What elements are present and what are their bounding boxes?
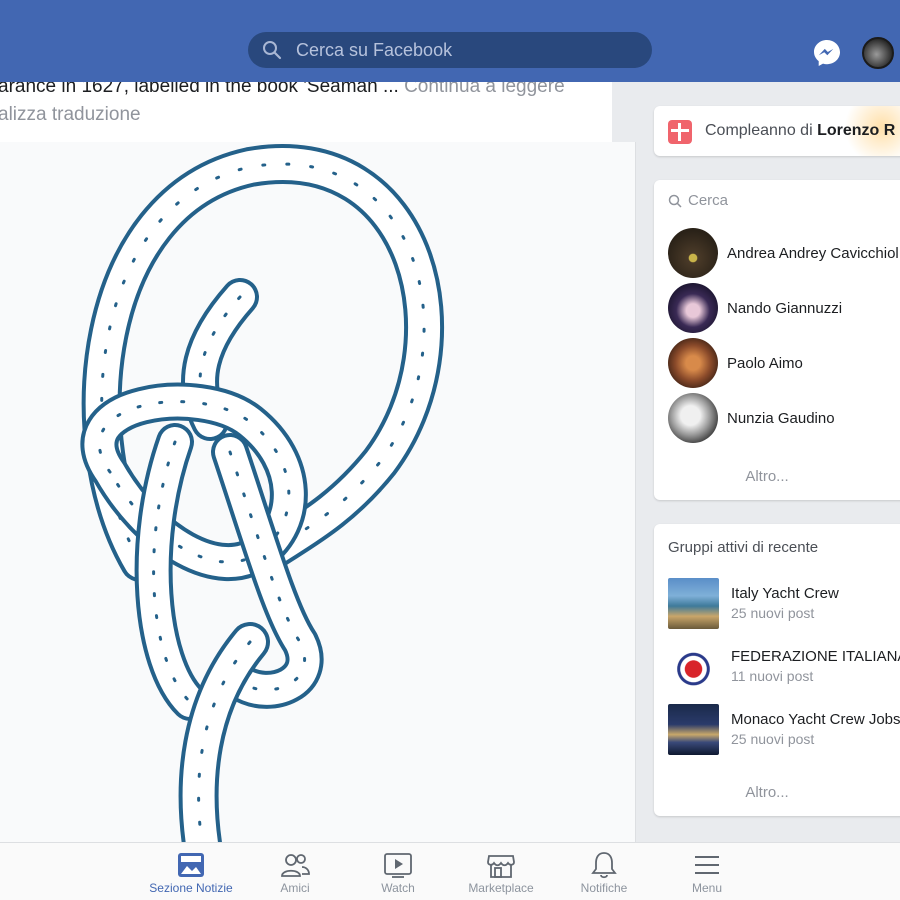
menu-icon — [695, 856, 719, 874]
contacts-card: Cerca Andrea Andrey Cavicchiol Nando Gia… — [654, 180, 900, 500]
tab-label: Sezione Notizie — [149, 881, 233, 895]
search-icon — [668, 194, 682, 208]
group-posts: 25 nuovi post — [731, 731, 815, 747]
group-thumbnail — [668, 704, 719, 755]
marketplace-icon — [487, 855, 515, 878]
group-name: Monaco Yacht Crew Jobs — [731, 711, 900, 728]
tab-friends[interactable]: Amici — [240, 847, 350, 897]
contact-item[interactable]: Nunzia Gaudino — [668, 393, 900, 443]
groups-card: Gruppi attivi di recente Italy Yacht Cre… — [654, 524, 900, 816]
tab-news-feed[interactable]: Sezione Notizie — [136, 847, 246, 897]
tab-label: Menu — [691, 881, 723, 895]
post-image[interactable] — [0, 142, 636, 842]
messenger-icon[interactable] — [812, 38, 842, 68]
group-name: Italy Yacht Crew — [731, 585, 839, 602]
bowline-knot-illustration — [80, 144, 445, 842]
tab-menu[interactable]: Menu — [652, 847, 762, 897]
contacts-search[interactable]: Cerca — [668, 192, 728, 209]
tab-notifications[interactable]: Notifiche — [549, 847, 659, 897]
contact-name: Paolo Aimo — [727, 354, 803, 372]
avatar — [668, 338, 718, 388]
group-item[interactable]: FEDERAZIONE ITALIANA 11 nuovi post — [668, 641, 900, 693]
bottom-tab-bar: Sezione Notizie Amici Watch Marketplace — [0, 842, 900, 900]
avatar — [668, 393, 718, 443]
contact-item[interactable]: Andrea Andrey Cavicchiol — [668, 228, 900, 278]
tab-label: Amici — [280, 881, 310, 895]
group-posts: 25 nuovi post — [731, 605, 815, 621]
search-bar[interactable] — [248, 32, 652, 68]
gift-icon — [668, 120, 692, 144]
avatar — [668, 283, 718, 333]
contacts-search-placeholder: Cerca — [688, 192, 729, 209]
birthday-name[interactable]: Lorenzo R — [817, 122, 895, 139]
contact-item[interactable]: Nando Giannuzzi — [668, 283, 900, 333]
birthday-card[interactable]: Compleanno di Lorenzo R — [654, 106, 900, 156]
contact-name: Nunzia Gaudino — [727, 409, 835, 427]
news-feed-icon — [178, 853, 204, 877]
top-bar — [0, 0, 900, 82]
see-more-link[interactable]: Continua a leggere — [404, 82, 565, 97]
post-body: arance in 1627, labelled in the book 'Se… — [0, 82, 565, 98]
groups-more-link[interactable]: Altro... — [654, 784, 880, 801]
group-thumbnail — [668, 578, 719, 629]
tab-label: Notifiche — [580, 881, 628, 895]
group-name: FEDERAZIONE ITALIANA — [731, 648, 900, 665]
group-item[interactable]: Monaco Yacht Crew Jobs 25 nuovi post — [668, 704, 900, 756]
watch-icon — [384, 853, 412, 878]
group-posts: 11 nuovi post — [731, 668, 814, 684]
birthday-text: Compleanno di Lorenzo R — [705, 122, 895, 140]
bell-icon — [591, 852, 617, 879]
tab-label: Marketplace — [468, 881, 534, 895]
translate-link[interactable]: alizza traduzione — [0, 104, 141, 126]
group-item[interactable]: Italy Yacht Crew 25 nuovi post — [668, 578, 900, 630]
friends-icon — [281, 854, 310, 877]
birthday-prefix: Compleanno di — [705, 122, 818, 139]
search-icon — [263, 41, 282, 60]
groups-title: Gruppi attivi di recente — [668, 539, 819, 556]
tab-watch[interactable]: Watch — [343, 847, 453, 897]
profile-avatar[interactable] — [862, 37, 894, 69]
tab-label: Watch — [381, 881, 415, 895]
feed-post-text: arance in 1627, labelled in the book 'Se… — [0, 82, 612, 142]
group-thumbnail — [668, 641, 719, 692]
search-input[interactable] — [296, 39, 616, 61]
contact-name: Andrea Andrey Cavicchiol — [727, 244, 899, 262]
feed-gap — [612, 82, 636, 142]
post-text: arance in 1627, labelled in the book 'Se… — [0, 82, 399, 97]
avatar — [668, 228, 718, 278]
contact-name: Nando Giannuzzi — [727, 299, 843, 317]
contact-item[interactable]: Paolo Aimo — [668, 338, 900, 388]
contacts-more-link[interactable]: Altro... — [654, 468, 880, 485]
tab-marketplace[interactable]: Marketplace — [446, 847, 556, 897]
